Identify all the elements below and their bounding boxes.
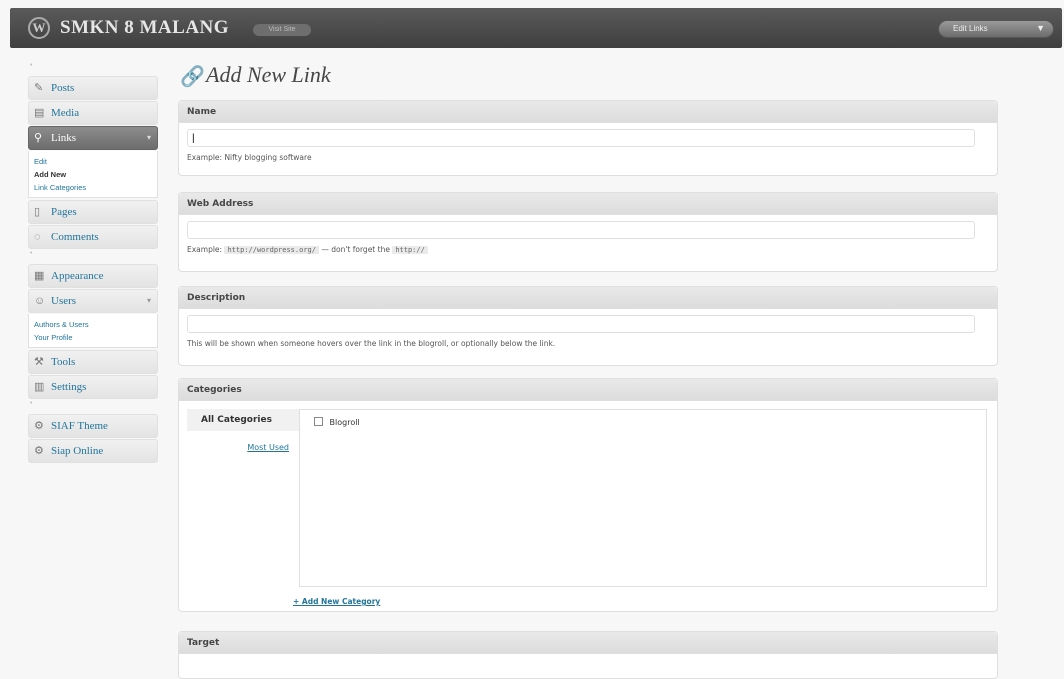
- link-name-input[interactable]: [187, 129, 975, 147]
- sidebar-item-label: Links: [51, 132, 77, 144]
- admin-menu: ✎ Posts ▤ Media ⚲ Links ▾ Edit Add New L…: [28, 62, 158, 464]
- links-submenu: Edit Add New Link Categories: [28, 151, 158, 198]
- postbox-inside: Example: Nifty blogging software: [179, 123, 997, 168]
- sidebar-item-label: Settings: [51, 381, 87, 393]
- appearance-icon: ▦: [34, 270, 45, 282]
- site-title[interactable]: SMKN 8 MALANG: [60, 17, 229, 39]
- visit-site-button[interactable]: Visit Site: [253, 24, 311, 36]
- sidebar-item-label: Siap Online: [51, 445, 104, 457]
- sidebar-item-label: SIAF Theme: [51, 420, 108, 432]
- menu-separator: [28, 250, 158, 264]
- sidebar-item-label: Comments: [51, 231, 99, 243]
- sidebar-item-label: Posts: [51, 82, 75, 94]
- hint-middle: — don't forget the: [321, 245, 390, 254]
- favorite-actions-dropdown[interactable]: Edit Links ▼: [938, 20, 1054, 38]
- page-title: Add New Link: [206, 62, 331, 87]
- sidebar-item-label: Appearance: [51, 270, 104, 282]
- postbox-title[interactable]: Description: [179, 287, 997, 309]
- submenu-item-your-profile[interactable]: Your Profile: [29, 331, 157, 344]
- hint-prefix: Example:: [187, 245, 223, 254]
- sidebar-item-links[interactable]: ⚲ Links ▾: [28, 126, 158, 150]
- wordpress-logo-icon: W: [28, 17, 50, 39]
- submenu-item-link-categories[interactable]: Link Categories: [29, 181, 157, 194]
- settings-icon: ▥: [34, 381, 45, 393]
- web-address-hint: Example: http://wordpress.org/ — don't f…: [187, 245, 989, 254]
- hint-code-http: http://: [392, 246, 428, 254]
- category-label: Blogroll: [329, 418, 360, 427]
- sidebar-item-label: Pages: [51, 206, 77, 218]
- category-checklist: Blogroll: [299, 409, 987, 587]
- media-icon: ▤: [34, 107, 45, 119]
- sidebar-item-label: Users: [51, 295, 77, 307]
- name-hint: Example: Nifty blogging software: [187, 153, 312, 162]
- postbox-inside: All Categories Most Used Blogroll + Add …: [179, 401, 997, 607]
- postbox-title[interactable]: Target: [179, 632, 997, 654]
- link-url-input[interactable]: [187, 221, 975, 239]
- menu-separator: [28, 62, 158, 76]
- tools-icon: ⚒: [34, 356, 44, 368]
- link-icon: ⚲: [34, 132, 43, 144]
- sidebar-item-pages[interactable]: ▯ Pages: [28, 200, 158, 224]
- submenu-item-add-new[interactable]: Add New: [29, 168, 157, 181]
- name-postbox: Name Example: Nifty blogging software: [178, 100, 998, 176]
- sidebar-item-siaf-theme[interactable]: ⚙ SIAF Theme: [28, 414, 158, 438]
- sidebar-item-label: Tools: [51, 356, 76, 368]
- postbox-title[interactable]: Web Address: [179, 193, 997, 215]
- chevron-down-icon[interactable]: ▾: [147, 290, 151, 312]
- hint-code-example: http://wordpress.org/: [224, 246, 319, 254]
- submenu-item-authors-users[interactable]: Authors & Users: [29, 318, 157, 331]
- pin-icon: ✎: [34, 82, 44, 94]
- categories-postbox: Categories All Categories Most Used Blog…: [178, 378, 998, 612]
- sidebar-item-appearance[interactable]: ▦ Appearance: [28, 264, 158, 288]
- category-checkbox[interactable]: [314, 417, 323, 426]
- target-postbox: Target: [178, 631, 998, 679]
- link-icon: 🔗: [180, 66, 205, 88]
- postbox-title[interactable]: Categories: [179, 379, 997, 401]
- gear-icon: ⚙: [34, 445, 44, 457]
- chevron-down-icon: ▼: [1036, 23, 1045, 33]
- tab-all-categories[interactable]: All Categories: [187, 409, 299, 431]
- favorite-actions-label: Edit Links: [953, 24, 988, 33]
- sidebar-item-tools[interactable]: ⚒ Tools: [28, 350, 158, 374]
- sidebar-item-label: Media: [51, 107, 80, 119]
- add-new-category-link[interactable]: + Add New Category: [293, 597, 380, 606]
- postbox-inside: This will be shown when someone hovers o…: [179, 309, 997, 354]
- description-postbox: Description This will be shown when some…: [178, 286, 998, 366]
- sidebar-item-users[interactable]: ☺ Users ▾: [28, 289, 158, 313]
- category-item[interactable]: Blogroll: [314, 417, 360, 427]
- gear-icon: ⚙: [34, 420, 44, 432]
- page-icon: ▯: [34, 206, 41, 218]
- web-address-postbox: Web Address Example: http://wordpress.or…: [178, 192, 998, 272]
- sidebar-item-posts[interactable]: ✎ Posts: [28, 76, 158, 100]
- category-tabs: All Categories Most Used: [187, 409, 299, 452]
- users-icon: ☺: [34, 295, 46, 307]
- users-submenu: Authors & Users Your Profile: [28, 314, 158, 348]
- link-description-input[interactable]: [187, 315, 975, 333]
- comment-icon: ◌: [34, 231, 41, 243]
- sidebar-item-comments[interactable]: ◌ Comments: [28, 225, 158, 249]
- admin-header: W SMKN 8 MALANG Visit Site Edit Links ▼: [10, 8, 1062, 48]
- chevron-down-icon[interactable]: ▾: [147, 127, 151, 149]
- sidebar-item-siap-online[interactable]: ⚙ Siap Online: [28, 439, 158, 463]
- postbox-inside: Example: http://wordpress.org/ — don't f…: [179, 215, 997, 260]
- submenu-item-edit[interactable]: Edit: [29, 155, 157, 168]
- description-hint: This will be shown when someone hovers o…: [187, 339, 556, 348]
- sidebar-item-settings[interactable]: ▥ Settings: [28, 375, 158, 399]
- sidebar-item-media[interactable]: ▤ Media: [28, 101, 158, 125]
- menu-separator: [28, 400, 158, 414]
- tab-most-used[interactable]: Most Used: [187, 443, 299, 452]
- postbox-title[interactable]: Name: [179, 101, 997, 123]
